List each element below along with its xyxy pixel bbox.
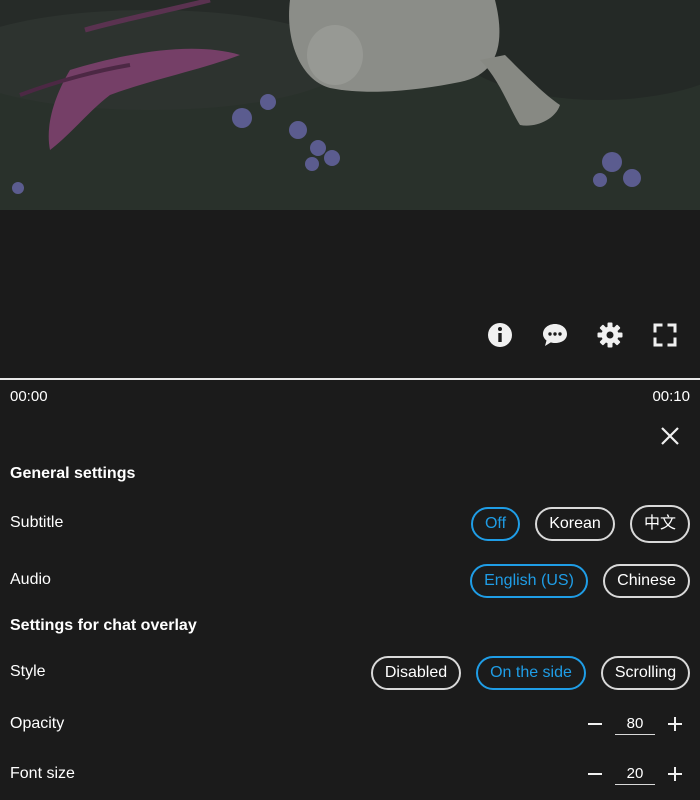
font-size-decrease-button[interactable] xyxy=(586,765,604,783)
font-size-increase-button[interactable] xyxy=(666,765,684,783)
subtitle-label: Subtitle xyxy=(10,514,64,531)
video-scene-image xyxy=(0,0,700,210)
fullscreen-button[interactable] xyxy=(650,320,680,350)
font-size-label: Font size xyxy=(10,765,75,782)
progress-bar[interactable] xyxy=(0,378,700,380)
info-icon xyxy=(488,323,512,347)
audio-label: Audio xyxy=(10,571,51,588)
minus-icon xyxy=(588,723,602,725)
chat-button[interactable] xyxy=(540,320,570,350)
style-label: Style xyxy=(10,663,46,680)
current-time: 00:00 xyxy=(10,388,48,405)
subtitle-option-chinese[interactable]: 中文 xyxy=(630,505,690,543)
subtitle-option-off[interactable]: Off xyxy=(471,507,520,541)
font-size-input[interactable] xyxy=(615,763,655,785)
settings-button[interactable] xyxy=(595,320,625,350)
subtitle-option-korean[interactable]: Korean xyxy=(535,507,615,541)
opacity-increase-button[interactable] xyxy=(666,715,684,733)
style-option-disabled[interactable]: Disabled xyxy=(371,656,461,690)
total-time: 00:10 xyxy=(652,388,690,405)
style-option-on-the-side[interactable]: On the side xyxy=(476,656,586,690)
general-settings-title: General settings xyxy=(10,465,136,482)
audio-option-english[interactable]: English (US) xyxy=(470,564,588,598)
style-option-scrolling[interactable]: Scrolling xyxy=(601,656,690,690)
opacity-input[interactable] xyxy=(615,713,655,735)
opacity-label: Opacity xyxy=(10,715,65,732)
video-frame[interactable] xyxy=(0,0,700,210)
close-settings-button[interactable] xyxy=(658,424,682,448)
plus-icon xyxy=(668,717,682,731)
info-button[interactable] xyxy=(485,320,515,350)
plus-icon xyxy=(668,767,682,781)
opacity-decrease-button[interactable] xyxy=(586,715,604,733)
audio-option-chinese[interactable]: Chinese xyxy=(603,564,690,598)
gear-icon xyxy=(597,322,623,348)
fullscreen-icon xyxy=(653,323,677,347)
minus-icon xyxy=(588,773,602,775)
chat-overlay-settings-title: Settings for chat overlay xyxy=(10,617,197,634)
close-icon xyxy=(661,427,679,445)
chat-icon xyxy=(543,324,567,346)
